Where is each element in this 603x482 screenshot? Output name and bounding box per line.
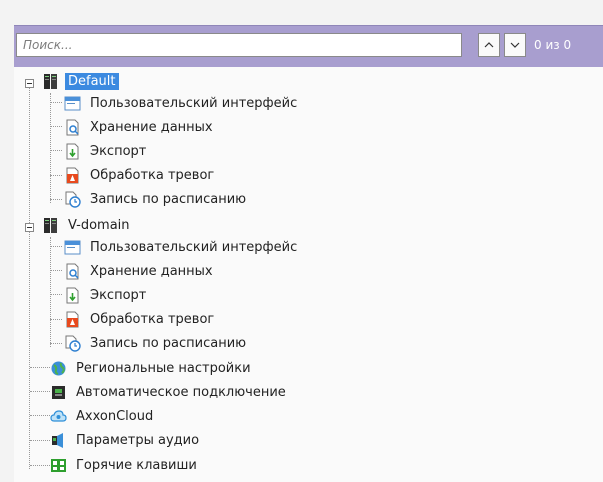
tree-line [50, 246, 62, 247]
tree-node-default[interactable]: Default [42, 71, 119, 91]
alarm-icon [64, 311, 81, 328]
chevron-up-icon [484, 42, 494, 48]
previous-match-button[interactable] [478, 33, 500, 57]
tree-line [30, 440, 50, 441]
tree-node-alarm-processing[interactable]: Обработка тревог [64, 309, 217, 329]
search-input[interactable] [16, 33, 462, 57]
schedule-icon [64, 335, 81, 352]
collapse-vdomain-toggle[interactable] [25, 223, 34, 232]
collapse-default-toggle[interactable] [25, 79, 34, 88]
settings-tree: Default Пользовательский интерфейс Хране… [14, 67, 603, 482]
tree-line [30, 367, 50, 368]
tree-node-audio-settings[interactable]: Параметры аудио [50, 430, 202, 450]
server-icon [42, 217, 59, 234]
tree-node-user-interface[interactable]: Пользовательский интерфейс [64, 93, 300, 113]
document-search-icon [64, 263, 81, 280]
tree-node-hotkeys[interactable]: Горячие клавиши [50, 455, 200, 475]
tree-line [30, 415, 50, 416]
tree-node-auto-connect[interactable]: Автоматическое подключение [50, 382, 289, 402]
tree-node-data-storage[interactable]: Хранение данных [64, 117, 216, 137]
tree-line [50, 294, 62, 295]
tree-node-export[interactable]: Экспорт [64, 141, 149, 161]
tree-line [50, 343, 62, 344]
schedule-icon [64, 191, 81, 208]
tree-node-export[interactable]: Экспорт [64, 285, 149, 305]
export-icon [64, 287, 81, 304]
globe-icon [50, 360, 67, 377]
tree-line [50, 102, 62, 103]
tree-node-regional-settings[interactable]: Региональные настройки [50, 358, 254, 378]
window-icon [64, 95, 81, 112]
plug-icon [50, 384, 67, 401]
server-icon [42, 73, 59, 90]
keyboard-icon [50, 457, 67, 474]
tree-line [50, 150, 62, 151]
match-counter: 0 из 0 [534, 38, 572, 52]
tree-node-v-domain[interactable]: V-domain [42, 215, 133, 235]
tree-line [50, 319, 62, 320]
tree-node-axxoncloud[interactable]: AxxonCloud [50, 406, 156, 426]
alarm-icon [64, 167, 81, 184]
tree-node-scheduled-recording[interactable]: Запись по расписанию [64, 333, 249, 353]
tree-line [50, 270, 62, 271]
tree-line [50, 237, 51, 347]
tree-line [50, 93, 51, 203]
tree-line [30, 391, 50, 392]
chevron-down-icon [510, 42, 520, 48]
document-search-icon [64, 119, 81, 136]
next-match-button[interactable] [504, 33, 526, 57]
tree-line [50, 175, 62, 176]
tree-node-scheduled-recording[interactable]: Запись по расписанию [64, 189, 249, 209]
tree-node-data-storage[interactable]: Хранение данных [64, 261, 216, 281]
tree-line [29, 83, 30, 469]
export-icon [64, 143, 81, 160]
tree-line [30, 465, 50, 466]
settings-panel: 0 из 0 Default Пользовательский [0, 0, 603, 482]
tree-line [50, 126, 62, 127]
window-icon [64, 239, 81, 256]
tree-line [50, 199, 62, 200]
speaker-icon [50, 432, 67, 449]
tree-node-user-interface[interactable]: Пользовательский интерфейс [64, 237, 300, 257]
tree-node-alarm-processing[interactable]: Обработка тревог [64, 165, 217, 185]
cloud-icon [50, 408, 67, 425]
